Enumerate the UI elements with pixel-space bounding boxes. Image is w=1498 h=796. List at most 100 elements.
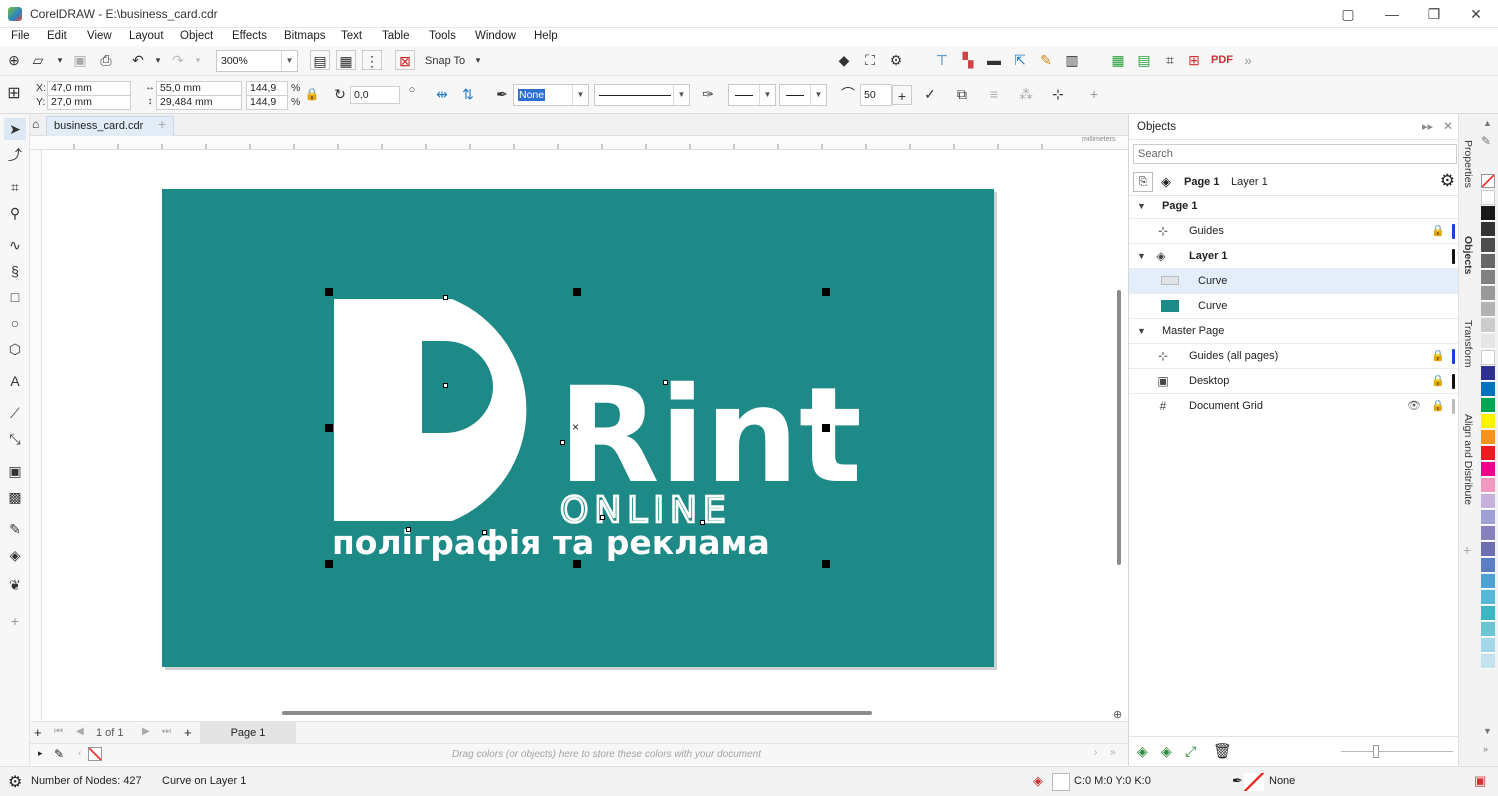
selection-handle[interactable]	[325, 560, 333, 568]
color-swatch[interactable]	[1481, 574, 1495, 589]
menu-view[interactable]: View	[87, 30, 112, 42]
slider-thumb[interactable]	[1373, 745, 1379, 758]
outline-width-dropdown[interactable]: None ▼	[513, 84, 589, 106]
move-to-layer-icon[interactable]: ⤢	[1185, 743, 1196, 760]
undo-dropdown-icon[interactable]: ▾	[148, 50, 168, 70]
text-align-icon[interactable]: ⊤	[932, 50, 952, 70]
pick-tool-icon[interactable]: ➤	[4, 118, 26, 140]
color-swatch[interactable]	[1481, 414, 1495, 429]
delete-icon[interactable]: 🗑	[1213, 742, 1232, 760]
grid-layout-icon[interactable]: ▦	[1108, 50, 1128, 70]
toolbar-overflow-icon[interactable]: »	[1238, 50, 1258, 70]
tree-row-guides-all-pages[interactable]: ⊹ Guides (all pages) 🔒	[1129, 344, 1459, 369]
tab-transform[interactable]: Transform	[1462, 320, 1474, 367]
mirror-vertical-icon[interactable]: ⇅	[458, 84, 478, 104]
no-color-swatch[interactable]	[1481, 174, 1495, 188]
color-swatch[interactable]	[1481, 206, 1495, 221]
next-page-icon[interactable]: ▶	[142, 726, 150, 737]
text-tool-icon[interactable]: A	[4, 370, 26, 392]
snap-to-label[interactable]: Snap To	[425, 55, 465, 67]
color-swatch[interactable]	[1481, 254, 1495, 269]
menu-object[interactable]: Object	[180, 30, 213, 42]
edit-icon[interactable]: ✎	[1036, 50, 1056, 70]
y-position-field[interactable]: 27,0 mm	[47, 95, 131, 110]
color-styles-icon[interactable]: ▚	[958, 50, 978, 70]
x-position-field[interactable]: 47,0 mm	[47, 81, 131, 96]
selection-handle[interactable]	[325, 288, 333, 296]
color-swatch[interactable]	[1481, 526, 1495, 541]
show-grid-icon[interactable]: ▦	[336, 50, 356, 70]
width-field[interactable]: 55,0 mm	[156, 81, 242, 96]
color-swatch[interactable]	[1481, 606, 1495, 621]
transparency-icon[interactable]: ▩	[4, 486, 26, 508]
redo-dropdown-icon[interactable]: ▾	[188, 50, 208, 70]
color-swatch[interactable]	[1481, 654, 1495, 669]
add-icon[interactable]: +	[1084, 84, 1104, 104]
add-tool-icon[interactable]: +	[4, 610, 26, 632]
expand-toggle-icon[interactable]: ▼	[1137, 194, 1146, 218]
interactive-fill-icon[interactable]: ◈	[4, 544, 26, 566]
reference-point-icon[interactable]: ⊞	[4, 84, 24, 104]
scale-height-field[interactable]: 144,9	[246, 95, 288, 110]
menu-help[interactable]: Help	[534, 30, 558, 42]
color-swatch[interactable]	[1481, 478, 1495, 493]
color-swatch[interactable]	[1481, 222, 1495, 237]
add-page-before-icon[interactable]: +	[34, 725, 42, 740]
new-master-layer-icon[interactable]: ◈	[1161, 743, 1172, 760]
palette-scroll-right-icon[interactable]: ›	[1094, 747, 1097, 758]
curve-node[interactable]	[663, 380, 668, 385]
panel-expand-icon[interactable]: ▸▸	[1422, 120, 1433, 133]
color-swatch[interactable]	[1481, 382, 1495, 397]
color-swatch[interactable]	[1481, 398, 1495, 413]
palette-eyedropper-icon[interactable]: ✎	[54, 747, 64, 761]
tree-row-desktop[interactable]: ▣ Desktop 🔒	[1129, 369, 1459, 394]
pattern-icon[interactable]: ⁂	[1016, 84, 1036, 104]
distribute-icon[interactable]: ⊹	[1048, 84, 1068, 104]
new-layer-icon[interactable]: ◈	[1137, 743, 1148, 760]
selection-handle[interactable]	[822, 288, 830, 296]
lock-icon[interactable]: 🔒	[1431, 219, 1445, 243]
home-icon[interactable]: ⌂	[32, 117, 39, 131]
menu-layout[interactable]: Layout	[129, 30, 164, 42]
rotation-angle-field[interactable]: 0,0	[350, 86, 400, 104]
menu-window[interactable]: Window	[475, 30, 516, 42]
first-page-icon[interactable]: ⏮	[54, 726, 63, 737]
fill-swatch[interactable]	[1052, 773, 1070, 791]
menu-edit[interactable]: Edit	[47, 30, 67, 42]
save-icon[interactable]: ▣	[70, 50, 90, 70]
horizontal-ruler[interactable]: millimeters	[30, 136, 1128, 150]
trim-icon[interactable]: ⧉	[952, 84, 972, 104]
restore-button[interactable]: ❐	[1412, 0, 1456, 28]
expand-toggle-icon[interactable]: ▼	[1137, 244, 1146, 268]
menu-tools[interactable]: Tools	[429, 30, 456, 42]
redo-icon[interactable]: ↷	[168, 50, 188, 70]
menu-table[interactable]: Table	[382, 30, 410, 42]
palette-expand-icon[interactable]: »	[1483, 744, 1488, 754]
menu-text[interactable]: Text	[341, 30, 362, 42]
panel-options-gear-icon[interactable]: ⚙	[1440, 171, 1455, 191]
vertical-scrollbar[interactable]	[1117, 290, 1121, 565]
mirror-horizontal-icon[interactable]: ⇹	[432, 84, 452, 104]
color-swatch[interactable]	[1481, 590, 1495, 605]
tab-properties[interactable]: Properties	[1462, 140, 1474, 188]
end-arrowhead-dropdown[interactable]: ▼	[779, 84, 827, 106]
crop-tool-icon[interactable]: ⌗	[4, 176, 26, 198]
status-settings-gear-icon[interactable]: ⚙	[8, 772, 22, 792]
undo-icon[interactable]: ↶	[128, 50, 148, 70]
palette-scroll-down-icon[interactable]: ▼	[1483, 726, 1492, 736]
zoom-level-dropdown[interactable]: 300% ▼	[216, 50, 298, 72]
color-swatch[interactable]	[1481, 638, 1495, 653]
curve-node[interactable]	[600, 515, 605, 520]
full-screen-icon[interactable]: ⛶	[860, 50, 880, 70]
new-document-icon[interactable]: ⊕	[4, 50, 24, 70]
color-swatch[interactable]	[1481, 270, 1495, 285]
panel-close-icon[interactable]: ✕	[1443, 119, 1453, 133]
open-dropdown-icon[interactable]: ▾	[50, 50, 70, 70]
color-swatch[interactable]	[1481, 334, 1495, 349]
outline-swatch[interactable]	[1244, 773, 1264, 791]
freehand-tool-icon[interactable]: ∿	[4, 234, 26, 256]
tree-row-page[interactable]: ▼ Page 1	[1129, 194, 1459, 219]
curve-node[interactable]	[700, 520, 705, 525]
palette-scroll-up-icon[interactable]: ▲	[1483, 118, 1492, 128]
scale-width-field[interactable]: 144,9	[246, 81, 288, 96]
